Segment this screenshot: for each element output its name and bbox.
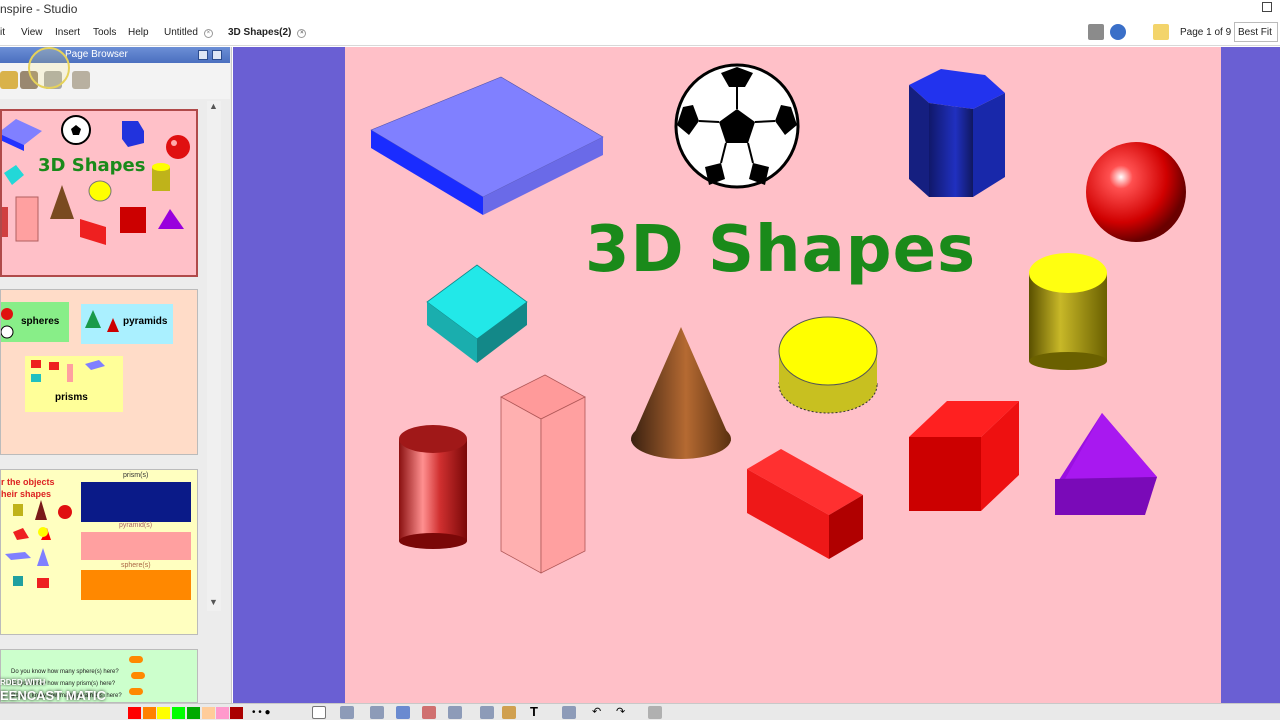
tab-untitled[interactable]: Untitled × [160, 24, 217, 42]
title-bar: nspire - Studio [0, 0, 1280, 18]
zoom-select[interactable]: Best Fit [1234, 22, 1278, 42]
rect-prism-tall-shape[interactable] [500, 374, 586, 574]
scroll-down-icon[interactable]: ▼ [209, 597, 218, 607]
screencast-watermark: RDED WITH EENCAST MATIC [0, 678, 106, 712]
cube-red-shape[interactable] [909, 401, 1019, 511]
cube-shape[interactable] [426, 264, 528, 363]
pyramid-bin-label: pyramid(s) [119, 522, 153, 529]
shapes-icon[interactable] [502, 706, 516, 719]
undo-icon[interactable]: ↶ [592, 705, 601, 718]
shapes-layer [370, 63, 1186, 574]
flat-prism-shape[interactable] [370, 76, 604, 215]
select-icon[interactable] [312, 706, 326, 719]
cylinder-red-shape[interactable] [399, 425, 467, 549]
presenter-icon[interactable] [1110, 24, 1126, 40]
app-window: nspire - Studio it View Insert Tools Hel… [0, 0, 1280, 720]
page-sorter-icon[interactable] [648, 706, 662, 719]
pyramid-bin [81, 532, 191, 560]
dimension-icon[interactable] [562, 706, 576, 719]
menu-insert[interactable]: Insert [55, 27, 80, 38]
rect-prism-red-shape[interactable] [747, 449, 863, 559]
magic-pen-icon[interactable] [480, 706, 494, 719]
thumbnail-2-art [1, 308, 119, 382]
color-swatch[interactable] [202, 707, 215, 719]
tab-label: Untitled [164, 27, 198, 38]
menu-view[interactable]: View [21, 27, 43, 38]
prism-bin [81, 482, 191, 522]
question-1: Do you know how many sphere(s) here? [11, 669, 119, 675]
answer-bubble [129, 688, 143, 695]
notes-icon[interactable] [1153, 24, 1169, 40]
page-browser-panel: Page Browser 3D Shapes spheres pyramids … [0, 47, 232, 703]
restore-window-button[interactable] [1262, 2, 1272, 12]
tab-label: 3D Shapes(2) [228, 27, 292, 38]
color-swatch[interactable] [172, 707, 185, 719]
watermark-top: RDED WITH [0, 678, 46, 687]
page-thumbnail-1[interactable]: 3D Shapes [0, 109, 198, 277]
answer-bubble [129, 656, 143, 663]
text-tool-icon[interactable]: T [530, 704, 538, 719]
sphere-bin [81, 570, 191, 600]
triangular-prism-shape[interactable] [1055, 413, 1157, 515]
page-properties-icon[interactable] [72, 71, 90, 89]
color-swatch[interactable] [230, 707, 243, 719]
color-swatch[interactable] [143, 707, 156, 719]
bottom-toolbar: • • ● T ↶ ↷ [0, 703, 1280, 720]
close-icon[interactable]: × [203, 29, 213, 38]
lasso-icon[interactable] [340, 706, 354, 719]
page-browser-scrollbar[interactable]: ▲ ▼ [207, 101, 221, 611]
cursor-highlight [28, 47, 70, 89]
page-indicator: Page 1 of 9 [1180, 27, 1232, 38]
new-page-icon[interactable] [0, 71, 18, 89]
color-swatch[interactable] [157, 707, 170, 719]
close-icon[interactable]: × [297, 29, 307, 38]
page-thumbnail-3[interactable]: r the objects heir shapes prism(s) pyram… [0, 469, 198, 635]
pen-icon[interactable] [370, 706, 384, 719]
menu-tools[interactable]: Tools [93, 27, 116, 38]
fill-icon[interactable] [448, 706, 462, 719]
tab-3d-shapes[interactable]: 3D Shapes(2) × [224, 24, 310, 42]
page-browser-title: Page Browser [65, 49, 128, 60]
cylinder-yellow-shape[interactable] [1029, 253, 1107, 370]
soccer-ball-shape[interactable] [674, 63, 800, 189]
document-view-icon[interactable] [1088, 24, 1104, 40]
color-swatch[interactable] [187, 707, 200, 719]
page-thumbnail-2[interactable]: spheres pyramids prisms [0, 289, 198, 455]
menu-edit[interactable]: it [0, 27, 5, 38]
sphere-bin-label: sphere(s) [121, 562, 151, 569]
watermark-text: EENCAST MATIC [0, 688, 106, 703]
eraser-icon[interactable] [422, 706, 436, 719]
color-swatch[interactable] [216, 707, 229, 719]
cone-shape[interactable] [631, 327, 731, 459]
answer-bubble [131, 672, 145, 679]
prism-bin-label: prism(s) [123, 472, 149, 479]
hexagonal-prism-shape[interactable] [909, 69, 1005, 197]
color-swatch[interactable] [128, 707, 141, 719]
highlighter-icon[interactable] [396, 706, 410, 719]
menu-bar: it View Insert Tools Help Untitled × 3D S… [0, 18, 1280, 46]
menu-help[interactable]: Help [128, 27, 149, 38]
thumbnail-1-art: 3D Shapes [2, 115, 190, 245]
slide-canvas[interactable]: 3D Shapes [345, 47, 1221, 703]
panel-close-button[interactable] [212, 50, 222, 60]
redo-icon[interactable]: ↷ [616, 705, 625, 718]
cylinder-short-shape[interactable] [778, 316, 878, 414]
thumbnail-1-title: 3D Shapes [38, 155, 145, 176]
line-width-icon[interactable]: • • ● [252, 707, 271, 718]
sphere-shape[interactable] [1086, 142, 1186, 242]
panel-menu-button[interactable] [198, 50, 208, 60]
scroll-up-icon[interactable]: ▲ [209, 101, 218, 111]
window-title: nspire - Studio [0, 2, 78, 16]
thumbnail-3-art [5, 500, 72, 588]
